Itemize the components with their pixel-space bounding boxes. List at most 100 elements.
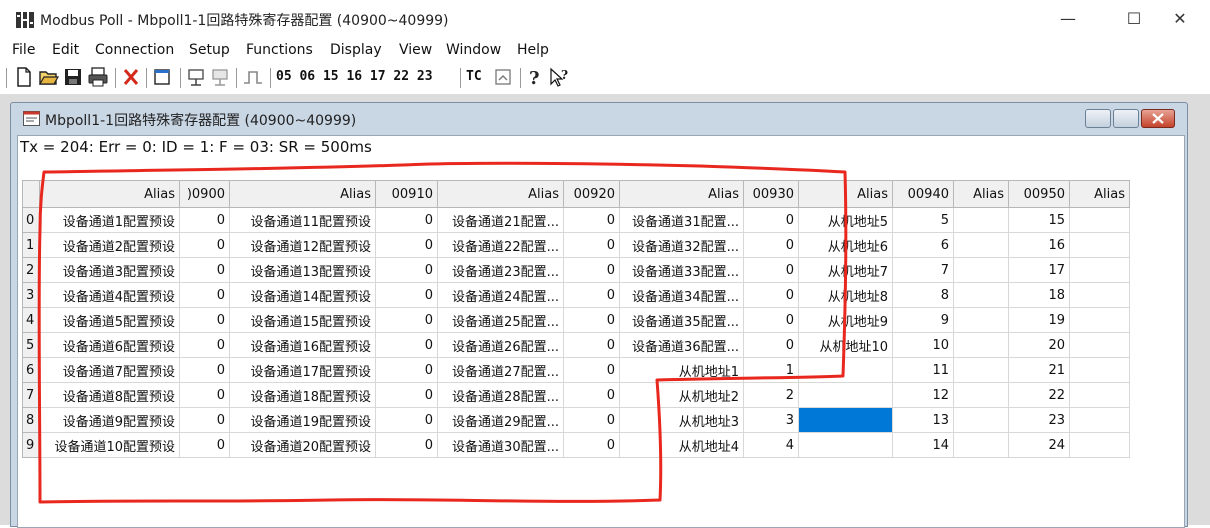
register-value-cell[interactable]: 0 [179, 207, 230, 233]
register-value-cell[interactable]: 0 [375, 257, 438, 283]
alias-cell[interactable]: 设备通道2配置预设 [39, 232, 180, 258]
register-value-cell[interactable]: 7 [892, 257, 954, 283]
register-value-cell[interactable]: 0 [563, 207, 620, 233]
child-restore-button[interactable] [1113, 109, 1139, 128]
register-value-cell[interactable]: 0 [375, 282, 438, 308]
register-value-cell[interactable]: 5 [892, 207, 954, 233]
register-value-cell[interactable]: 0 [375, 332, 438, 358]
register-grid[interactable]: Alias)0900 Alias 00910 Alias 00920 Alias 00930… [22, 180, 1130, 458]
register-value-cell[interactable]: 13 [892, 407, 954, 433]
minimize-button[interactable]: — [1048, 6, 1088, 32]
alias-cell[interactable]: 设备通道19配置预设 [229, 407, 376, 433]
alias-cell[interactable]: 设备通道25配置... [437, 307, 564, 333]
alias-cell[interactable]: 从机地址3 [619, 407, 744, 433]
alias-cell[interactable] [1069, 307, 1130, 333]
register-value-cell[interactable]: 15 [1008, 207, 1070, 233]
alias-cell[interactable]: 设备通道12配置预设 [229, 232, 376, 258]
register-value-cell[interactable]: 0 [375, 207, 438, 233]
register-value-cell[interactable]: 0 [179, 407, 230, 433]
menu-functions[interactable]: Functions [246, 42, 313, 58]
alias-cell[interactable]: 设备通道32配置... [619, 232, 744, 258]
register-value-cell[interactable]: 0 [563, 357, 620, 383]
column-header-address[interactable]: )0900 [179, 180, 230, 208]
alias-cell[interactable] [953, 407, 1009, 433]
register-value-cell[interactable]: 10 [892, 332, 954, 358]
register-value-cell[interactable]: 0 [179, 332, 230, 358]
alias-cell[interactable]: 设备通道23配置... [437, 257, 564, 283]
column-header-alias[interactable]: Alias [229, 180, 376, 208]
close-button[interactable]: ✕ [1160, 6, 1200, 32]
menu-window[interactable]: Window [446, 42, 501, 58]
alias-cell[interactable]: 设备通道17配置预设 [229, 357, 376, 383]
register-value-cell[interactable]: 24 [1008, 432, 1070, 458]
register-grid-viewport[interactable]: Alias)0900 Alias 00910 Alias 00920 Alias 00930… [22, 180, 1184, 527]
column-header-alias[interactable]: Alias [619, 180, 744, 208]
register-value-cell[interactable]: 0 [563, 282, 620, 308]
alias-cell[interactable]: 设备通道6配置预设 [39, 332, 180, 358]
open-icon[interactable] [38, 65, 60, 89]
alias-cell[interactable]: 设备通道34配置... [619, 282, 744, 308]
menu-file[interactable]: File [12, 42, 35, 58]
register-value-cell[interactable]: 2 [743, 382, 799, 408]
register-value-cell[interactable]: 0 [179, 307, 230, 333]
alias-cell[interactable]: 设备通道33配置... [619, 257, 744, 283]
register-value-cell[interactable]: 20 [1008, 332, 1070, 358]
register-value-cell[interactable]: 11 [892, 357, 954, 383]
alias-cell[interactable]: 设备通道13配置预设 [229, 257, 376, 283]
register-value-cell[interactable]: 0 [743, 232, 799, 258]
menu-connection[interactable]: Connection [95, 42, 174, 58]
register-value-cell[interactable]: 22 [1008, 382, 1070, 408]
register-value-cell[interactable]: 0 [743, 307, 799, 333]
alias-cell[interactable]: 设备通道18配置预设 [229, 382, 376, 408]
alias-cell[interactable] [953, 282, 1009, 308]
register-value-cell[interactable]: 0 [375, 382, 438, 408]
alias-cell[interactable]: 设备通道4配置预设 [39, 282, 180, 308]
alias-cell[interactable]: 从机地址8 [798, 282, 893, 308]
alias-cell[interactable]: 设备通道24配置... [437, 282, 564, 308]
alias-cell[interactable] [953, 357, 1009, 383]
alias-cell[interactable] [798, 382, 893, 408]
alias-cell[interactable]: 从机地址10 [798, 332, 893, 358]
register-value-cell[interactable]: 0 [743, 332, 799, 358]
row-header[interactable]: 1 [22, 232, 40, 258]
register-value-cell[interactable]: 17 [1008, 257, 1070, 283]
grid-corner[interactable] [22, 180, 40, 208]
register-value-cell[interactable]: 0 [179, 232, 230, 258]
alias-cell[interactable] [953, 382, 1009, 408]
register-value-cell[interactable]: 0 [375, 232, 438, 258]
menu-display[interactable]: Display [330, 42, 382, 58]
menu-help[interactable]: Help [517, 42, 549, 58]
alias-cell[interactable]: 从机地址1 [619, 357, 744, 383]
alias-cell[interactable] [798, 357, 893, 383]
column-header-address[interactable]: 00930 [743, 180, 799, 208]
menu-edit[interactable]: Edit [52, 42, 79, 58]
alias-cell[interactable]: 设备通道22配置... [437, 232, 564, 258]
disconnect-icon[interactable] [210, 65, 230, 89]
column-header-address[interactable]: 00920 [563, 180, 620, 208]
alias-cell[interactable] [798, 432, 893, 458]
column-header-alias[interactable]: Alias [39, 180, 180, 208]
register-value-cell[interactable]: 0 [563, 407, 620, 433]
register-value-cell[interactable]: 8 [892, 282, 954, 308]
row-header[interactable]: 9 [22, 432, 40, 458]
print-icon[interactable] [87, 65, 109, 89]
alias-cell[interactable] [1069, 282, 1130, 308]
delete-icon[interactable] [121, 65, 141, 89]
alias-cell[interactable] [953, 232, 1009, 258]
alias-cell[interactable]: 设备通道10配置预设 [39, 432, 180, 458]
child-close-button[interactable] [1141, 109, 1175, 128]
alias-cell[interactable]: 设备通道8配置预设 [39, 382, 180, 408]
alias-cell[interactable] [953, 207, 1009, 233]
alias-cell[interactable]: 设备通道31配置... [619, 207, 744, 233]
register-value-cell[interactable]: 0 [743, 282, 799, 308]
alias-cell[interactable] [953, 257, 1009, 283]
register-value-cell[interactable]: 0 [375, 407, 438, 433]
row-header[interactable]: 6 [22, 357, 40, 383]
alias-cell[interactable] [1069, 357, 1130, 383]
alias-cell[interactable]: 设备通道11配置预设 [229, 207, 376, 233]
alias-cell[interactable] [1069, 332, 1130, 358]
selected-cell[interactable] [798, 407, 893, 433]
column-header-address[interactable]: 00910 [375, 180, 438, 208]
alias-cell[interactable] [953, 307, 1009, 333]
alias-cell[interactable]: 从机地址6 [798, 232, 893, 258]
